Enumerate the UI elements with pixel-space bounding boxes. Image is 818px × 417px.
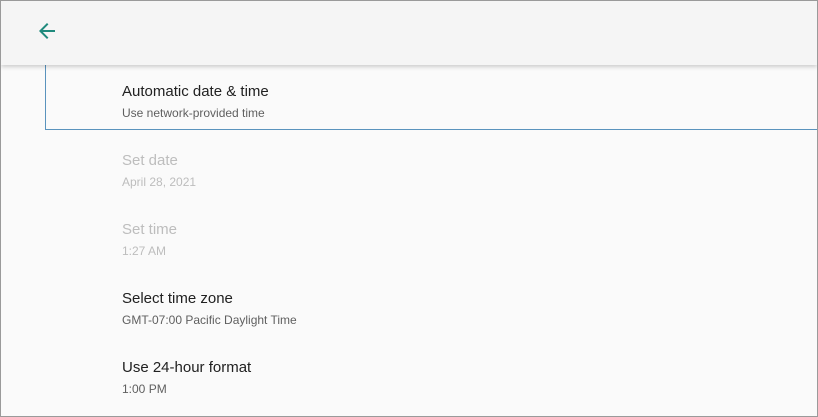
setting-title: Set time	[122, 221, 178, 238]
setting-summary: Use network-provided time	[122, 106, 265, 120]
setting-select-time-zone[interactable]: Select time zone GMT-07:00 Pacific Dayli…	[1, 272, 817, 340]
setting-set-date: Set date April 28, 2021	[1, 134, 817, 202]
date-time-settings-screen: Automatic date & time Use network-provid…	[0, 0, 818, 417]
setting-title: Automatic date & time	[122, 83, 269, 100]
setting-set-time: Set time 1:27 AM	[1, 203, 817, 271]
setting-summary: 1:00 PM	[122, 382, 167, 396]
setting-summary: GMT-07:00 Pacific Daylight Time	[122, 313, 297, 327]
setting-title: Use 24-hour format	[122, 359, 252, 376]
back-button[interactable]	[27, 13, 67, 53]
setting-title: Set date	[122, 152, 178, 169]
setting-summary: 1:27 AM	[122, 244, 167, 258]
setting-summary: April 28, 2021	[122, 175, 197, 189]
arrow-back-icon	[35, 19, 59, 48]
setting-title: Select time zone	[122, 290, 233, 307]
setting-automatic-date-time[interactable]: Automatic date & time Use network-provid…	[1, 61, 817, 133]
settings-list: Automatic date & time Use network-provid…	[1, 61, 817, 416]
setting-use-24-hour-format[interactable]: Use 24-hour format 1:00 PM	[1, 341, 817, 409]
toolbar	[1, 1, 817, 65]
